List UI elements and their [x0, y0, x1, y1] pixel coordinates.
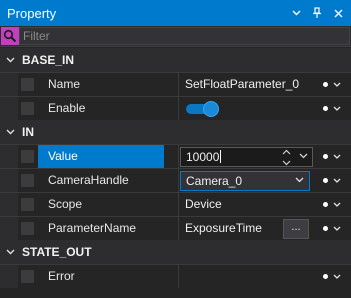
row-checkbox[interactable]	[21, 78, 34, 91]
property-name-label: Name	[48, 77, 81, 91]
row-checkbox[interactable]	[21, 102, 34, 115]
chevron-down-icon[interactable]	[333, 82, 341, 87]
row-gutter	[0, 193, 18, 216]
chevron-down-icon[interactable]	[333, 106, 341, 111]
property-row-error[interactable]: Error	[0, 264, 351, 288]
dot-icon[interactable]	[323, 178, 328, 183]
chevron-down-icon[interactable]	[295, 177, 304, 183]
section-state-out[interactable]: STATE_OUT	[0, 240, 351, 264]
dot-icon[interactable]	[323, 226, 328, 231]
row-gutter	[0, 217, 18, 240]
row-actions[interactable]	[313, 97, 351, 120]
chevron-down-icon[interactable]	[299, 153, 308, 159]
chevron-down-icon[interactable]	[282, 160, 291, 166]
window-menu-chevron-down-icon[interactable]	[288, 4, 304, 22]
number-spinner[interactable]	[280, 149, 292, 166]
property-name-label: Error	[48, 269, 75, 283]
section-base-in[interactable]: BASE_IN	[0, 48, 351, 72]
chevron-down-icon[interactable]	[2, 48, 18, 72]
toggle-knob	[203, 101, 219, 117]
chevron-down-icon[interactable]	[333, 202, 341, 207]
column-divider	[178, 169, 179, 192]
property-row-name[interactable]: Name SetFloatParameter_0	[0, 72, 351, 96]
chevron-down-icon[interactable]	[2, 120, 18, 144]
row-checkbox[interactable]	[21, 222, 34, 235]
chevron-up-icon[interactable]	[282, 149, 291, 155]
dot-icon[interactable]	[323, 202, 328, 207]
chevron-down-icon[interactable]	[333, 154, 341, 159]
search-icon[interactable]	[1, 27, 19, 45]
section-label: IN	[22, 125, 34, 139]
scope-value-field[interactable]: Device	[179, 193, 313, 216]
row-actions[interactable]	[313, 193, 351, 216]
dot-icon[interactable]	[323, 82, 328, 87]
chevron-down-icon[interactable]	[333, 226, 341, 231]
row-checkbox[interactable]	[21, 174, 34, 187]
property-name-label: ParameterName	[48, 221, 137, 235]
property-row-camerahandle[interactable]: CameraHandle Camera_0	[0, 168, 351, 192]
row-checkbox[interactable]	[21, 150, 34, 163]
chevron-down-icon[interactable]	[2, 240, 18, 264]
error-value-field[interactable]	[179, 265, 313, 288]
title-bar: Property	[0, 0, 351, 26]
row-actions[interactable]	[313, 217, 351, 240]
property-name-label: CameraHandle	[48, 173, 129, 187]
property-name-label: Scope	[48, 197, 83, 211]
column-divider	[178, 145, 179, 168]
property-row-value[interactable]: Value 10000	[0, 144, 351, 168]
column-divider	[178, 97, 179, 120]
value-number-input[interactable]: 10000	[180, 147, 313, 167]
row-gutter	[0, 97, 18, 120]
row-gutter	[0, 169, 18, 192]
row-checkbox[interactable]	[21, 198, 34, 211]
property-row-parametername[interactable]: ParameterName ExposureTime ...	[0, 216, 351, 240]
camerahandle-dropdown[interactable]: Camera_0	[180, 171, 310, 191]
row-actions[interactable]	[313, 169, 351, 192]
dot-icon[interactable]	[323, 274, 328, 279]
dot-icon[interactable]	[323, 106, 328, 111]
dropdown-selected-value: Camera_0	[186, 174, 243, 188]
row-gutter	[0, 145, 18, 168]
pin-icon[interactable]	[309, 4, 325, 22]
row-gutter	[0, 265, 18, 288]
value-input-text: 10000	[186, 150, 222, 164]
chevron-down-icon[interactable]	[333, 274, 341, 279]
search-bar: Filter	[0, 26, 351, 47]
text-caret	[220, 150, 222, 163]
section-label: STATE_OUT	[22, 245, 92, 259]
property-row-scope[interactable]: Scope Device	[0, 192, 351, 216]
enable-toggle[interactable]	[186, 101, 220, 117]
close-icon[interactable]	[330, 4, 346, 22]
row-actions[interactable]	[313, 145, 351, 168]
dot-icon[interactable]	[323, 154, 328, 159]
property-row-enable[interactable]: Enable	[0, 96, 351, 120]
property-grid: BASE_IN Name SetFloatParameter_0 Enable …	[0, 48, 351, 298]
row-actions[interactable]	[313, 73, 351, 96]
filter-input[interactable]: Filter	[19, 27, 350, 45]
property-name-label: Enable	[48, 101, 86, 115]
section-in[interactable]: IN	[0, 120, 351, 144]
chevron-down-icon[interactable]	[333, 178, 341, 183]
property-name-label: Value	[38, 145, 164, 168]
row-gutter	[0, 73, 18, 96]
row-checkbox[interactable]	[21, 270, 34, 283]
row-actions[interactable]	[313, 265, 351, 288]
section-label: BASE_IN	[22, 53, 75, 67]
browse-button[interactable]: ...	[283, 219, 309, 239]
name-value-field[interactable]: SetFloatParameter_0	[179, 73, 313, 96]
window-title: Property	[7, 5, 57, 21]
